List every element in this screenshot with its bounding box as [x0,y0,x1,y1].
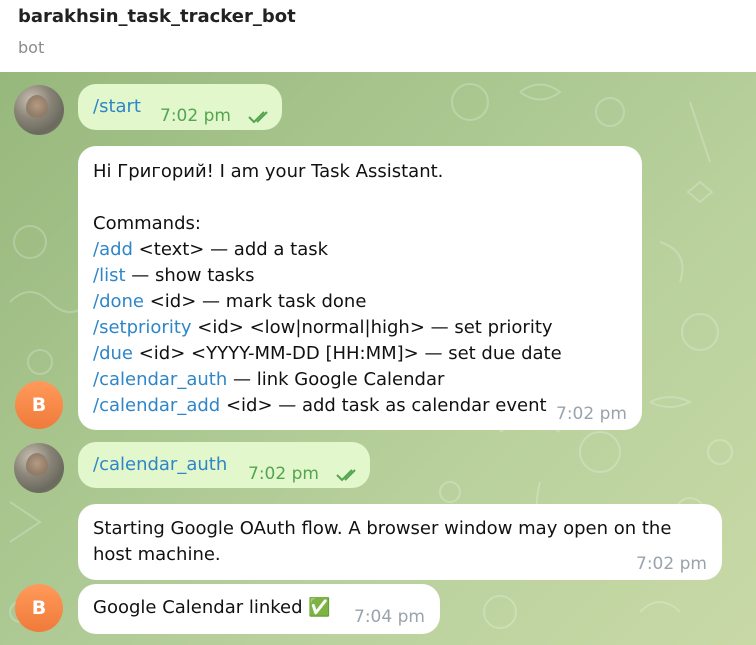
chat-area[interactable]: /start 7:02 pm Hi Григорий! I am your Ta… [0,72,756,645]
double-check-icon [336,469,356,482]
bot-avatar[interactable]: B [15,381,63,429]
command-line: /setpriority <id> <low|normal|high> — se… [93,315,562,341]
command-desc: <id> — add task as calendar event [220,395,547,416]
message-text: host machine. [93,544,221,565]
command-link-calendar-auth[interactable]: /calendar_auth [93,452,227,478]
command-link-add[interactable]: /add [93,239,133,260]
command-link-setpriority[interactable]: /setpriority [93,317,192,338]
incoming-message-linked[interactable]: Google Calendar linked ✅ 7:04 pm [78,584,440,634]
command-line: /add <text> — add a task [93,237,562,263]
commands-header: Commands: [93,213,201,234]
command-desc: — link Google Calendar [227,369,445,390]
message-time: 7:02 pm [636,554,707,574]
incoming-message-oauth[interactable]: Starting Google OAuth flow. A browser wi… [78,504,722,580]
message-text: Google Calendar linked ✅ [93,597,331,618]
command-desc: <id> <YYYY-MM-DD [HH:MM]> — set due date [132,343,562,364]
command-desc: <id> <low|normal|high> — set priority [191,317,553,338]
outgoing-message-calendar-auth[interactable]: /calendar_auth 7:02 pm [78,442,370,488]
message-time: 7:02 pm [556,404,627,424]
message-time: 7:02 pm [248,464,319,484]
command-desc: <text> — add a task [132,239,329,260]
chat-title[interactable]: barakhsin_task_tracker_bot [18,6,296,27]
outgoing-message-start[interactable]: /start 7:02 pm [78,84,282,130]
message-text: Starting Google OAuth flow. A browser wi… [93,518,672,539]
command-desc: — show tasks [125,265,255,286]
double-check-icon [248,111,268,124]
command-link-start[interactable]: /start [93,94,141,120]
command-line: /calendar_auth — link Google Calendar [93,367,562,393]
command-link-done[interactable]: /done [93,291,144,312]
command-line: /calendar_add <id> — add task as calenda… [93,393,562,419]
bot-avatar[interactable]: B [15,584,63,632]
command-link-calendar-auth[interactable]: /calendar_auth [93,369,227,390]
message-time: 7:02 pm [160,106,231,126]
greeting-text: Hi Григорий! I am your Task Assistant. [93,161,444,182]
command-line: /done <id> — mark task done [93,289,562,315]
command-line: /due <id> <YYYY-MM-DD [HH:MM]> — set due… [93,341,562,367]
user-avatar[interactable] [14,443,64,493]
user-avatar[interactable] [14,85,64,135]
incoming-message-help[interactable]: Hi Григорий! I am your Task Assistant. C… [78,146,642,430]
chat-header[interactable]: barakhsin_task_tracker_bot bot [0,0,756,73]
command-link-calendar-add[interactable]: /calendar_add [93,395,220,416]
message-time: 7:04 pm [354,607,425,627]
command-link-list[interactable]: /list [93,265,126,286]
command-line: /list — show tasks [93,263,562,289]
command-link-due[interactable]: /due [93,343,133,364]
command-desc: <id> — mark task done [144,291,367,312]
chat-subtitle: bot [18,38,45,57]
